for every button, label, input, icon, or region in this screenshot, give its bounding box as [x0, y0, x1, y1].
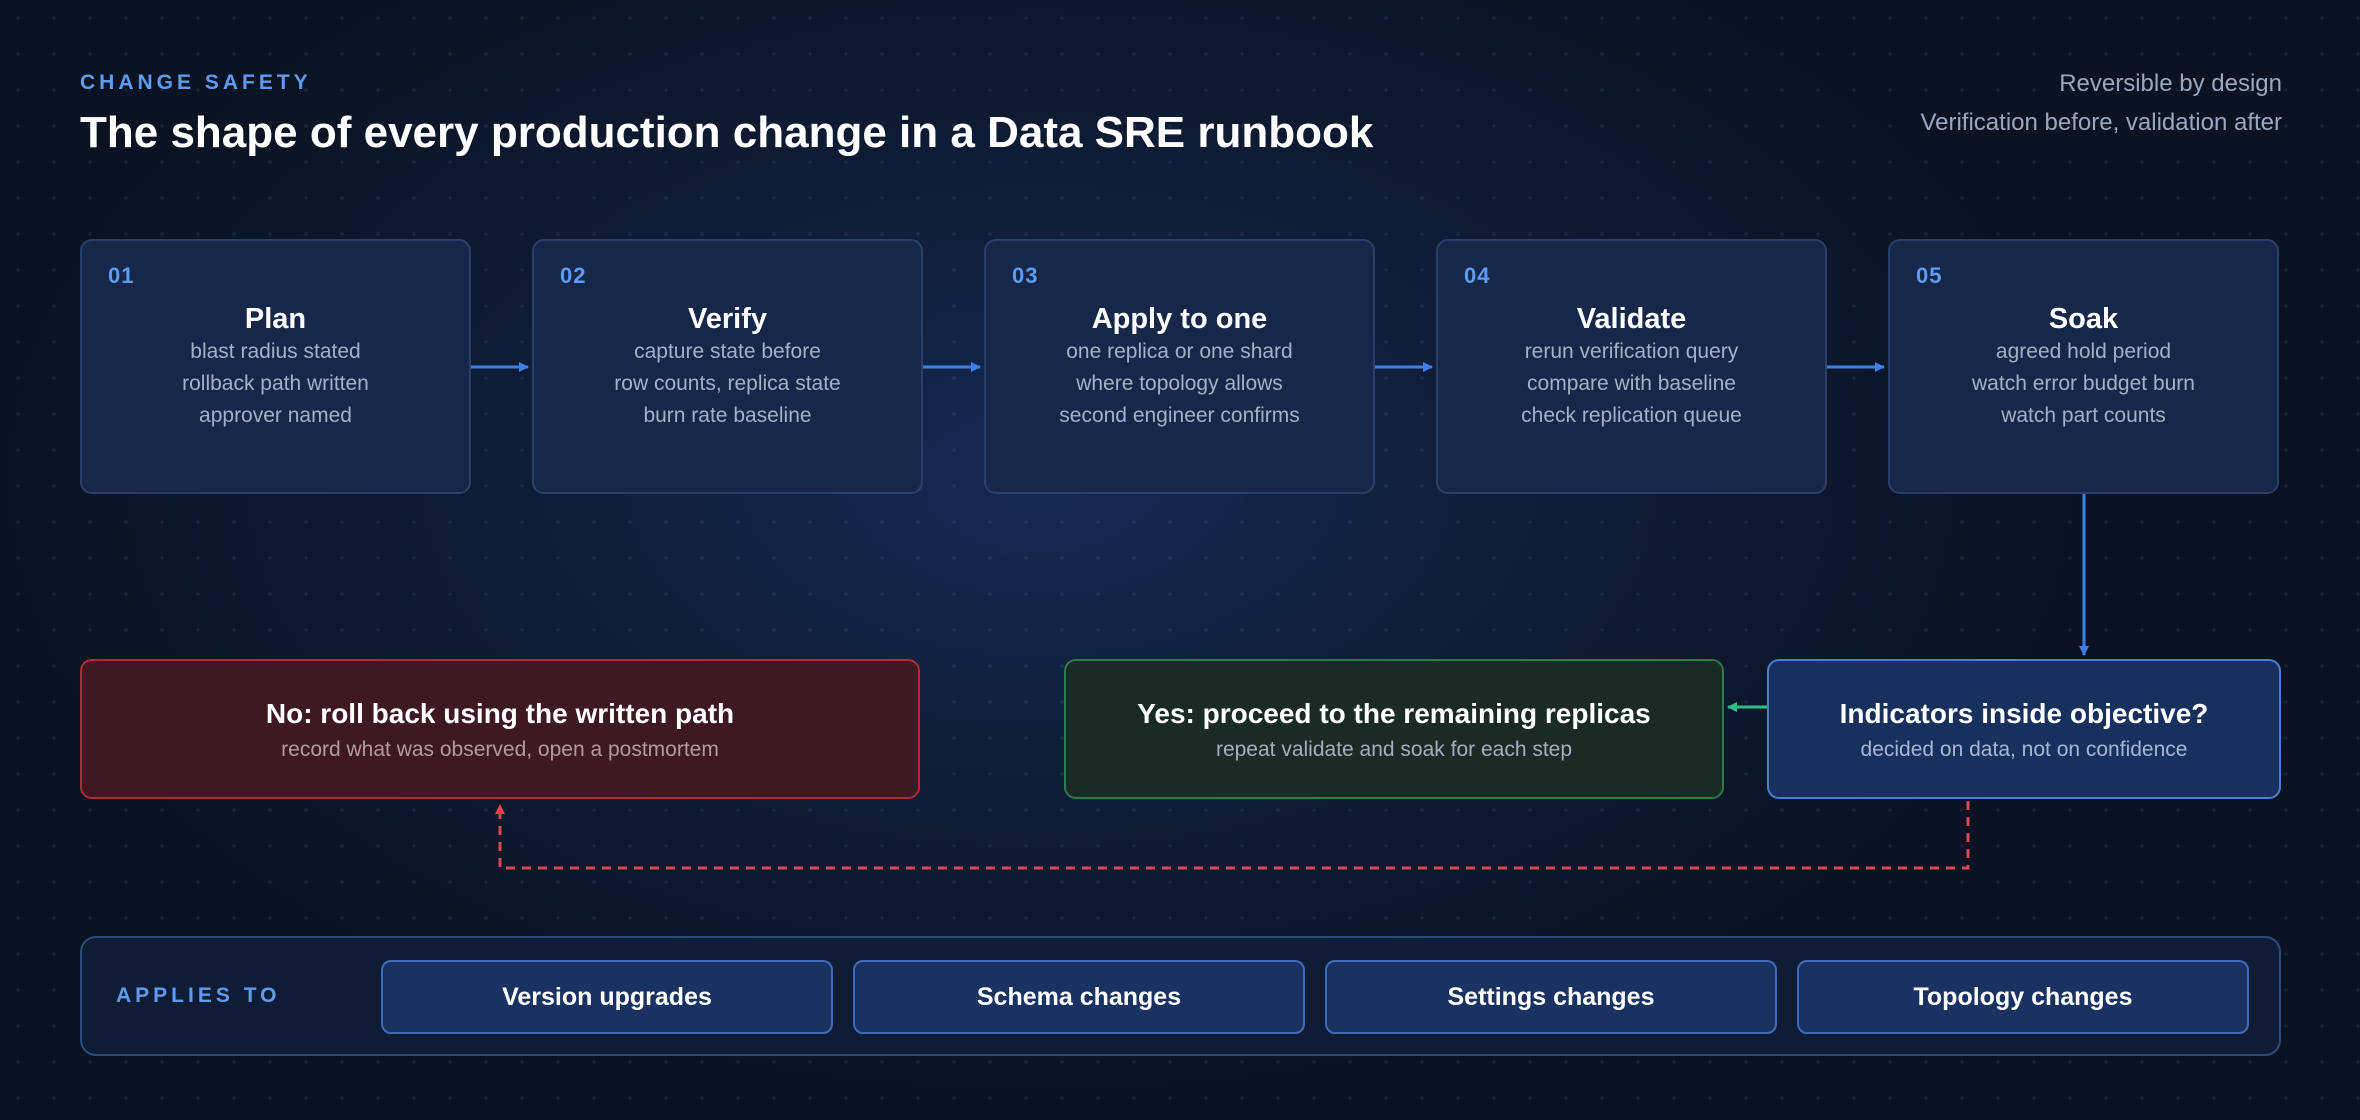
step-detail: check replication queue — [1521, 404, 1742, 427]
outcome-proceed-box: Yes: proceed to the remaining replicas r… — [1064, 659, 1724, 799]
applies-to-panel: APPLIES TO Version upgrades Schema chang… — [80, 936, 2281, 1056]
step-detail: rerun verification query — [1524, 340, 1739, 363]
step-title: Soak — [2048, 303, 2119, 335]
step-detail: burn rate baseline — [643, 404, 812, 427]
applies-item-version-upgrades: Version upgrades — [381, 960, 833, 1034]
outcome-subtitle: repeat validate and soak for each step — [1215, 738, 1573, 761]
step-detail: rollback path written — [182, 372, 369, 395]
applies-item-schema-changes: Schema changes — [853, 960, 1305, 1034]
step-number: 01 — [108, 263, 135, 288]
step-detail: where topology allows — [1076, 372, 1283, 395]
step-number: 02 — [560, 263, 587, 288]
step-card-validate: 04 Validate rerun verification query com… — [1436, 239, 1827, 494]
outcome-subtitle: record what was observed, open a postmor… — [281, 738, 719, 761]
decision-subtitle: decided on data, not on confidence — [1860, 738, 2188, 761]
arrow-decision-to-rollback — [495, 801, 1970, 870]
step-detail: capture state before — [634, 340, 821, 363]
step-card-verify: 02 Verify capture state before row count… — [532, 239, 923, 494]
step-detail: second engineer confirms — [1059, 404, 1300, 427]
applies-item-settings-changes: Settings changes — [1325, 960, 1777, 1034]
step-card-plan: 01 Plan blast radius stated rollback pat… — [80, 239, 471, 494]
step-card-apply-to-one: 03 Apply to one one replica or one shard… — [984, 239, 1375, 494]
decision-box: Indicators inside objective? decided on … — [1767, 659, 2281, 799]
step-detail: compare with baseline — [1527, 372, 1736, 395]
step-detail: approver named — [199, 404, 352, 427]
step-detail: row counts, replica state — [614, 372, 841, 395]
applies-to-label: APPLIES TO — [116, 984, 281, 1007]
step-card-soak: 05 Soak agreed hold period watch error b… — [1888, 239, 2279, 494]
applies-item-topology-changes: Topology changes — [1797, 960, 2249, 1034]
outcome-title: Yes: proceed to the remaining replicas — [1137, 698, 1651, 729]
outcome-rollback-box: No: roll back using the written path rec… — [80, 659, 920, 799]
outcome-title: No: roll back using the written path — [265, 698, 735, 729]
step-title: Plan — [244, 303, 307, 335]
step-detail: one replica or one shard — [1066, 340, 1293, 363]
step-title: Apply to one — [1091, 303, 1268, 335]
step-detail: agreed hold period — [1995, 340, 2172, 363]
step-number: 04 — [1464, 263, 1491, 288]
decision-title: Indicators inside objective? — [1839, 698, 2209, 729]
step-detail: blast radius stated — [190, 340, 361, 363]
step-title: Verify — [688, 303, 767, 335]
step-title: Validate — [1576, 303, 1687, 335]
step-detail: watch error budget burn — [1972, 372, 2195, 395]
step-number: 05 — [1916, 263, 1943, 288]
step-detail: watch part counts — [2001, 404, 2166, 427]
step-number: 03 — [1012, 263, 1039, 288]
